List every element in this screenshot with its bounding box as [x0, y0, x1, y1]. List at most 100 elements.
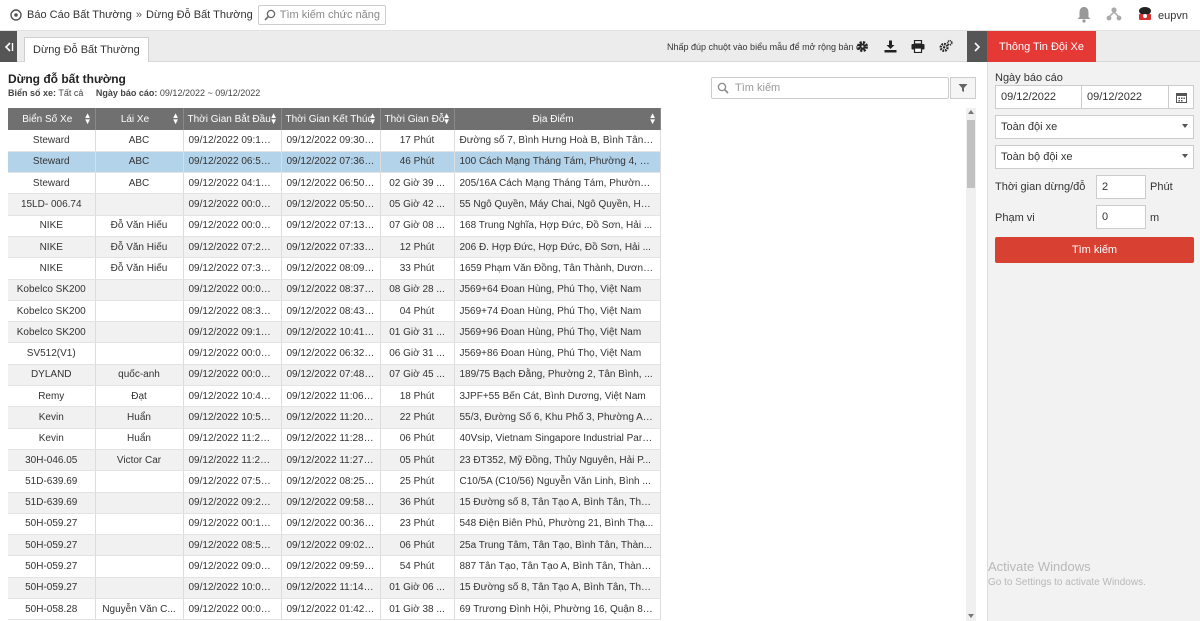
table-row[interactable]: Remy Đạt 09/12/2022 10:48:20 09/12/2022 11:… [8, 385, 661, 408]
table-cell: 09/12/2022 09:58:28 [281, 492, 381, 514]
gear-icon[interactable] [855, 39, 869, 53]
table-row[interactable]: 30H-046.05 Victor Car 09/12/2022 11:21:52 0… [8, 449, 661, 472]
table-scrollbar[interactable] [966, 108, 976, 621]
date-to-input[interactable]: 09/12/2022 [1081, 85, 1169, 109]
table-cell: 09/12/2022 06:50:16 [281, 172, 381, 195]
scrollbar-thumb[interactable] [967, 120, 975, 188]
table-row[interactable]: Steward ABC 09/12/2022 09:12:56 09/12/2022 … [8, 130, 661, 152]
tab-fleet-info[interactable]: Thông Tin Đội Xe [987, 31, 1096, 62]
table-row[interactable]: Kobelco SK200 09/12/2022 00:09:07 09/12/20… [8, 279, 661, 301]
table-cell: 08 Giờ 28 ... [380, 279, 455, 301]
table-cell: 09/12/2022 08:43:15 [281, 300, 381, 323]
table-cell [95, 342, 184, 365]
table-row[interactable]: Steward ABC 09/12/2022 04:10:23 09/12/2022 … [8, 172, 661, 195]
sort-icon[interactable]: ▲ ▼ [270, 112, 278, 126]
table-row[interactable]: 50H-058.28 Nguyễn Văn C... 09/12/2022 00:0… [8, 598, 661, 621]
scroll-up-icon[interactable] [968, 110, 974, 114]
group-select[interactable]: Toàn bộ đội xe [995, 145, 1194, 169]
collapse-right-button[interactable] [967, 31, 987, 62]
table-cell [95, 492, 184, 514]
table-row[interactable]: NIKE Đỗ Văn Hiếu 09/12/2022 00:04:47 09/12/… [8, 215, 661, 237]
tab-abnormal-stop[interactable]: Dừng Đỗ Bất Thường [24, 37, 149, 62]
breadcrumb-section[interactable]: Báo Cáo Bất Thường [27, 9, 132, 21]
table-header-row: Biển Số Xe ▲ ▼ Lái Xe ▲ ▼ Thời Gian Bắt Đầu ▲ ▼ T… [8, 108, 661, 130]
table-search-input[interactable]: Tìm kiếm [711, 77, 949, 99]
collapse-left-button[interactable] [0, 31, 17, 62]
table-cell: 23 ĐT352, Mỹ Đồng, Thủy Nguyên, Hải P... [454, 449, 661, 472]
activate-windows-subtitle: Go to Settings to activate Windows. [988, 577, 1146, 588]
column-header[interactable]: Thời Gian Bắt Đầu ▲ ▼ [183, 108, 282, 130]
table-cell: Đạt [95, 385, 184, 408]
feature-search-input[interactable]: Tìm kiếm chức năng [257, 5, 387, 25]
toolbar-hint: Nhấp đúp chuột vào biểu mẫu để mở rộng b… [667, 42, 867, 52]
table-cell: 09/12/2022 11:22:07 [183, 428, 282, 450]
table-cell: 54 Phút [380, 555, 455, 578]
table-row[interactable]: 15LD- 006.74 09/12/2022 00:08:45 09/12/202… [8, 193, 661, 216]
report-icon [10, 9, 22, 21]
table-cell: Kobelco SK200 [8, 300, 96, 323]
table-row[interactable]: 50H-059.27 09/12/2022 08:55:43 09/12/2022 … [8, 534, 661, 557]
table-cell: 168 Trung Nghĩa, Hợp Đức, Đồ Sơn, Hải ..… [454, 215, 661, 237]
search-button[interactable]: Tìm kiếm [995, 237, 1194, 263]
table-row[interactable]: Kobelco SK200 09/12/2022 08:38:42 09/12/20… [8, 300, 661, 323]
table-row[interactable]: Kevin Huẩn 09/12/2022 10:57:55 09/12/2022 1… [8, 406, 661, 429]
column-header[interactable]: Biển Số Xe ▲ ▼ [8, 108, 96, 130]
table-row[interactable]: SV512(V1) 09/12/2022 00:00:57 09/12/2022 0… [8, 342, 661, 365]
column-header[interactable]: Lái Xe ▲ ▼ [95, 108, 184, 130]
avatar[interactable] [1136, 5, 1154, 26]
filter-button[interactable] [950, 77, 976, 99]
sort-icon[interactable]: ▲ ▼ [84, 112, 92, 126]
sort-icon[interactable]: ▲ ▼ [369, 112, 377, 126]
table-cell: 09/12/2022 07:36:55 [281, 151, 381, 174]
column-header[interactable]: Thời Gian Đỗ ▲ ▼ [380, 108, 455, 130]
download-icon[interactable] [883, 39, 897, 53]
sort-icon[interactable]: ▲ ▼ [172, 112, 180, 126]
sort-icon[interactable]: ▲ ▼ [443, 112, 451, 126]
print-icon[interactable] [911, 39, 925, 53]
column-header[interactable]: Địa Điểm ▲ ▼ [454, 108, 661, 130]
table-row[interactable]: Kobelco SK200 09/12/2022 09:10:02 09/12/20… [8, 321, 661, 344]
table-cell: 06 Phút [380, 534, 455, 557]
table-row[interactable]: 50H-059.27 09/12/2022 09:04:53 09/12/2022 … [8, 555, 661, 578]
table-cell: 09/12/2022 10:57:55 [183, 406, 282, 429]
table-row[interactable]: 51D-639.69 09/12/2022 09:21:49 09/12/2022 … [8, 492, 661, 514]
range-input[interactable]: 0 [1096, 205, 1146, 229]
table-cell: 09/12/2022 00:36:54 [281, 513, 381, 536]
table-row[interactable]: NIKE Đỗ Văn Hiếu 09/12/2022 07:20:29 09/12/… [8, 236, 661, 259]
table-cell: 50H-058.28 [8, 598, 96, 621]
table-cell: 09/12/2022 09:21:49 [183, 492, 282, 514]
network-icon[interactable] [1106, 6, 1122, 25]
tab-strip: Dừng Đỗ Bất Thường Nhấp đúp chuột vào bi… [0, 31, 967, 62]
fleet-select[interactable]: Toàn đội xe [995, 115, 1194, 139]
table-cell: 09/12/2022 04:10:23 [183, 172, 282, 195]
table-row[interactable]: DYLAND quốc-anh 09/12/2022 00:02:51 09/12/2… [8, 364, 661, 387]
search-icon [264, 9, 275, 21]
plate-filter-label: Biển số xe: [8, 88, 57, 98]
table-cell: ABC [95, 151, 184, 174]
column-header[interactable]: Thời Gian Kết Thúc ▲ ▼ [281, 108, 381, 130]
user-name[interactable]: eupvn [1158, 10, 1188, 22]
table-cell: 206 Đ. Hợp Đức, Hợp Đức, Đồ Sơn, Hải ... [454, 236, 661, 259]
page-title: Dừng đỗ bất thường [8, 72, 126, 86]
table-cell: 15 Đường số 8, Tân Tạo A, Bình Tân, Thà.… [454, 577, 661, 600]
bell-icon[interactable] [1076, 6, 1092, 26]
table-cell: 09/12/2022 09:30:13 [281, 130, 381, 152]
stop-time-input[interactable]: 2 [1096, 175, 1146, 199]
scroll-down-icon[interactable] [968, 614, 974, 618]
table-row[interactable]: Kevin Huẩn 09/12/2022 11:22:07 09/12/2022 1… [8, 428, 661, 450]
table-row[interactable]: 51D-639.69 09/12/2022 07:59:37 09/12/2022 … [8, 470, 661, 493]
table-row[interactable]: 50H-059.27 09/12/2022 10:07:39 09/12/2022 … [8, 577, 661, 600]
calendar-button[interactable] [1168, 85, 1194, 109]
sort-icon[interactable]: ▲ ▼ [649, 112, 657, 126]
table-row[interactable]: NIKE Đỗ Văn Hiếu 09/12/2022 07:36:40 09/12/… [8, 257, 661, 280]
table-row[interactable]: Steward ABC 09/12/2022 06:50:27 09/12/2022 … [8, 151, 661, 174]
table-cell: 15 Đường số 8, Tân Tạo A, Bình Tân, Thà.… [454, 492, 661, 514]
table-cell: NIKE [8, 257, 96, 280]
table-cell: 09/12/2022 11:06:23 [281, 385, 381, 408]
settings-icon[interactable] [939, 39, 953, 53]
table-cell: 09/12/2022 06:50:27 [183, 151, 282, 174]
table-cell: 02 Giờ 39 ... [380, 172, 455, 195]
table-row[interactable]: 50H-059.27 09/12/2022 00:13:05 09/12/2022 … [8, 513, 661, 536]
date-from-input[interactable]: 09/12/2022 [995, 85, 1082, 109]
table-cell: 09/12/2022 07:59:37 [183, 470, 282, 493]
